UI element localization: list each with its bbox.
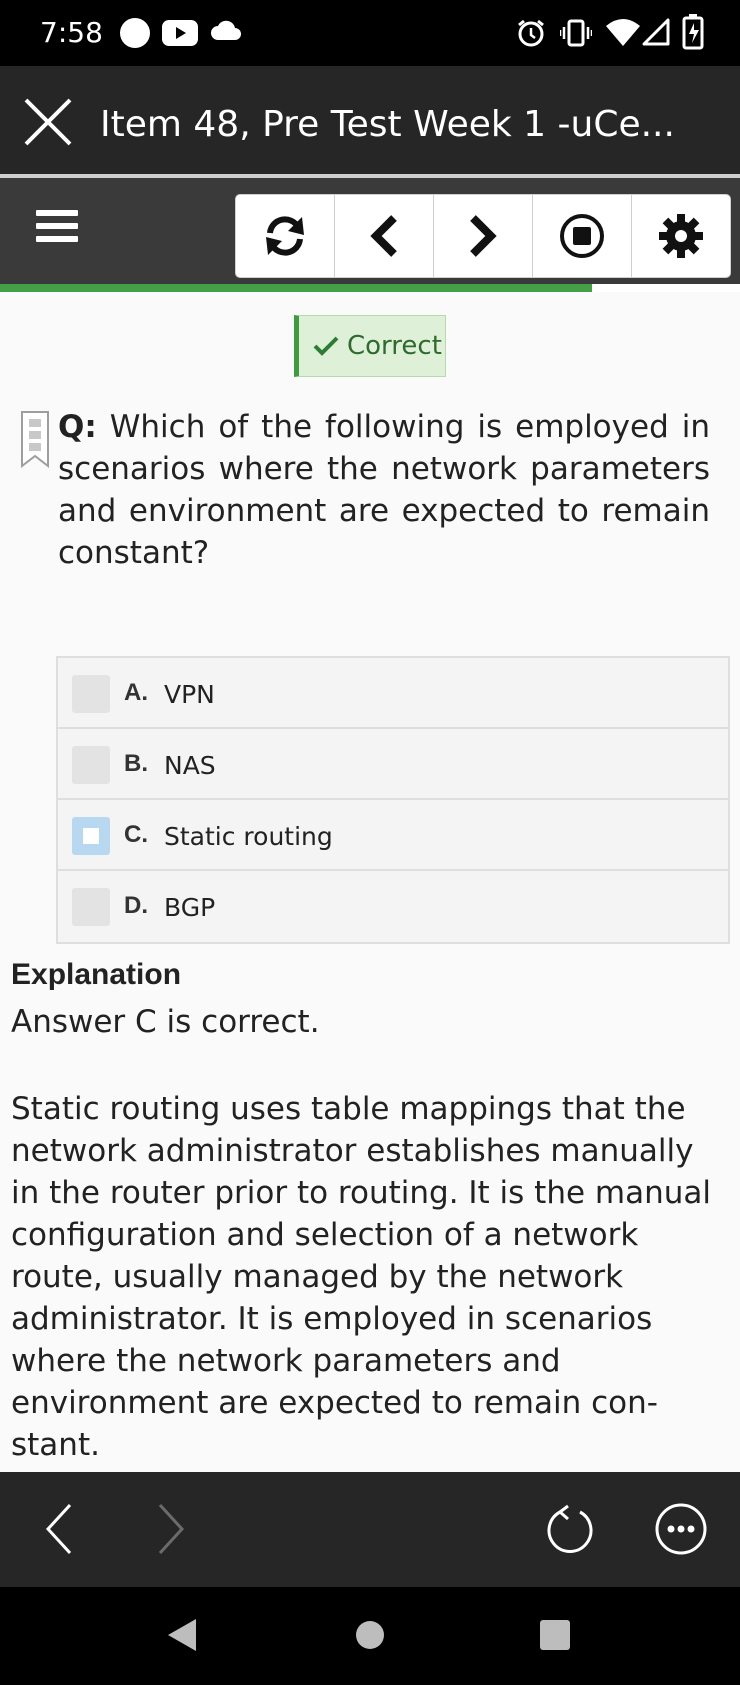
option-a[interactable]: A. VPN xyxy=(58,658,728,729)
stop-button[interactable] xyxy=(533,195,632,277)
explanation-body: Static routing uses table mappings that … xyxy=(11,1091,711,1463)
status-bar: 7:58 xyxy=(0,0,740,66)
nav-back-icon[interactable] xyxy=(166,1617,198,1653)
close-icon[interactable] xyxy=(20,94,76,150)
answer-options: A. VPN B. NAS C. Static routing D. BGP xyxy=(56,656,730,944)
page-title: Item 48, Pre Test Week 1 -uCe... xyxy=(100,104,675,145)
option-letter: B. xyxy=(124,750,148,777)
hamburger-icon[interactable] xyxy=(36,210,78,246)
youtube-icon xyxy=(162,20,198,46)
quiz-progress-bar xyxy=(0,284,740,292)
option-letter: C. xyxy=(124,821,148,848)
bookmark-icon[interactable] xyxy=(20,410,50,470)
back-arrow-icon[interactable] xyxy=(44,1502,74,1556)
battery-charging-icon xyxy=(682,14,704,50)
stop-icon xyxy=(560,214,604,258)
system-nav-bar xyxy=(0,1587,740,1685)
option-checkbox[interactable] xyxy=(72,888,110,926)
signal-icon xyxy=(642,18,670,46)
more-options-icon[interactable] xyxy=(654,1502,708,1556)
circle-icon xyxy=(120,18,150,48)
app-bar: Item 48, Pre Test Week 1 -uCe... xyxy=(0,66,740,174)
option-text: NAS xyxy=(164,751,216,780)
nav-home-icon[interactable] xyxy=(355,1620,385,1650)
option-checkbox[interactable] xyxy=(72,675,110,713)
question-body: Which of the following is employed in sc… xyxy=(58,409,710,571)
question-text: Q: Which of the following is employed in… xyxy=(58,406,710,574)
refresh-button[interactable] xyxy=(236,195,335,277)
wifi-icon xyxy=(606,19,640,46)
alarm-icon xyxy=(518,19,544,47)
chevron-left-icon xyxy=(370,215,397,257)
explanation-answer: Answer C is correct. xyxy=(11,1004,320,1040)
option-b[interactable]: B. NAS xyxy=(58,729,728,800)
option-checkbox[interactable] xyxy=(72,817,110,855)
forward-arrow-icon[interactable] xyxy=(156,1502,186,1556)
next-button[interactable] xyxy=(434,195,533,277)
explanation-heading: Explanation xyxy=(11,958,182,991)
chevron-right-icon xyxy=(470,215,497,257)
option-letter: A. xyxy=(124,679,148,706)
option-d[interactable]: D. BGP xyxy=(58,871,728,942)
option-checkbox[interactable] xyxy=(72,746,110,784)
result-badge: Correct xyxy=(294,315,446,377)
checkmark-icon xyxy=(313,336,339,356)
option-letter: D. xyxy=(124,892,148,919)
option-text: VPN xyxy=(164,680,215,709)
reload-icon[interactable] xyxy=(544,1504,596,1556)
cloud-icon xyxy=(211,20,241,40)
settings-button[interactable] xyxy=(632,195,730,277)
browser-bottom-bar xyxy=(0,1472,740,1587)
question-prefix: Q: xyxy=(58,409,97,445)
vibrate-icon xyxy=(560,19,592,47)
result-label: Correct xyxy=(347,331,442,361)
refresh-icon xyxy=(266,216,304,256)
option-c[interactable]: C. Static routing xyxy=(58,800,728,871)
previous-button[interactable] xyxy=(335,195,434,277)
quiz-progress-fill xyxy=(0,284,592,292)
gear-icon xyxy=(659,214,703,258)
nav-recents-icon[interactable] xyxy=(540,1620,570,1650)
toolbar-button-group xyxy=(235,194,731,278)
option-text: Static routing xyxy=(164,822,333,851)
quiz-toolbar xyxy=(0,178,740,284)
status-time: 7:58 xyxy=(40,16,103,49)
option-text: BGP xyxy=(164,893,216,922)
